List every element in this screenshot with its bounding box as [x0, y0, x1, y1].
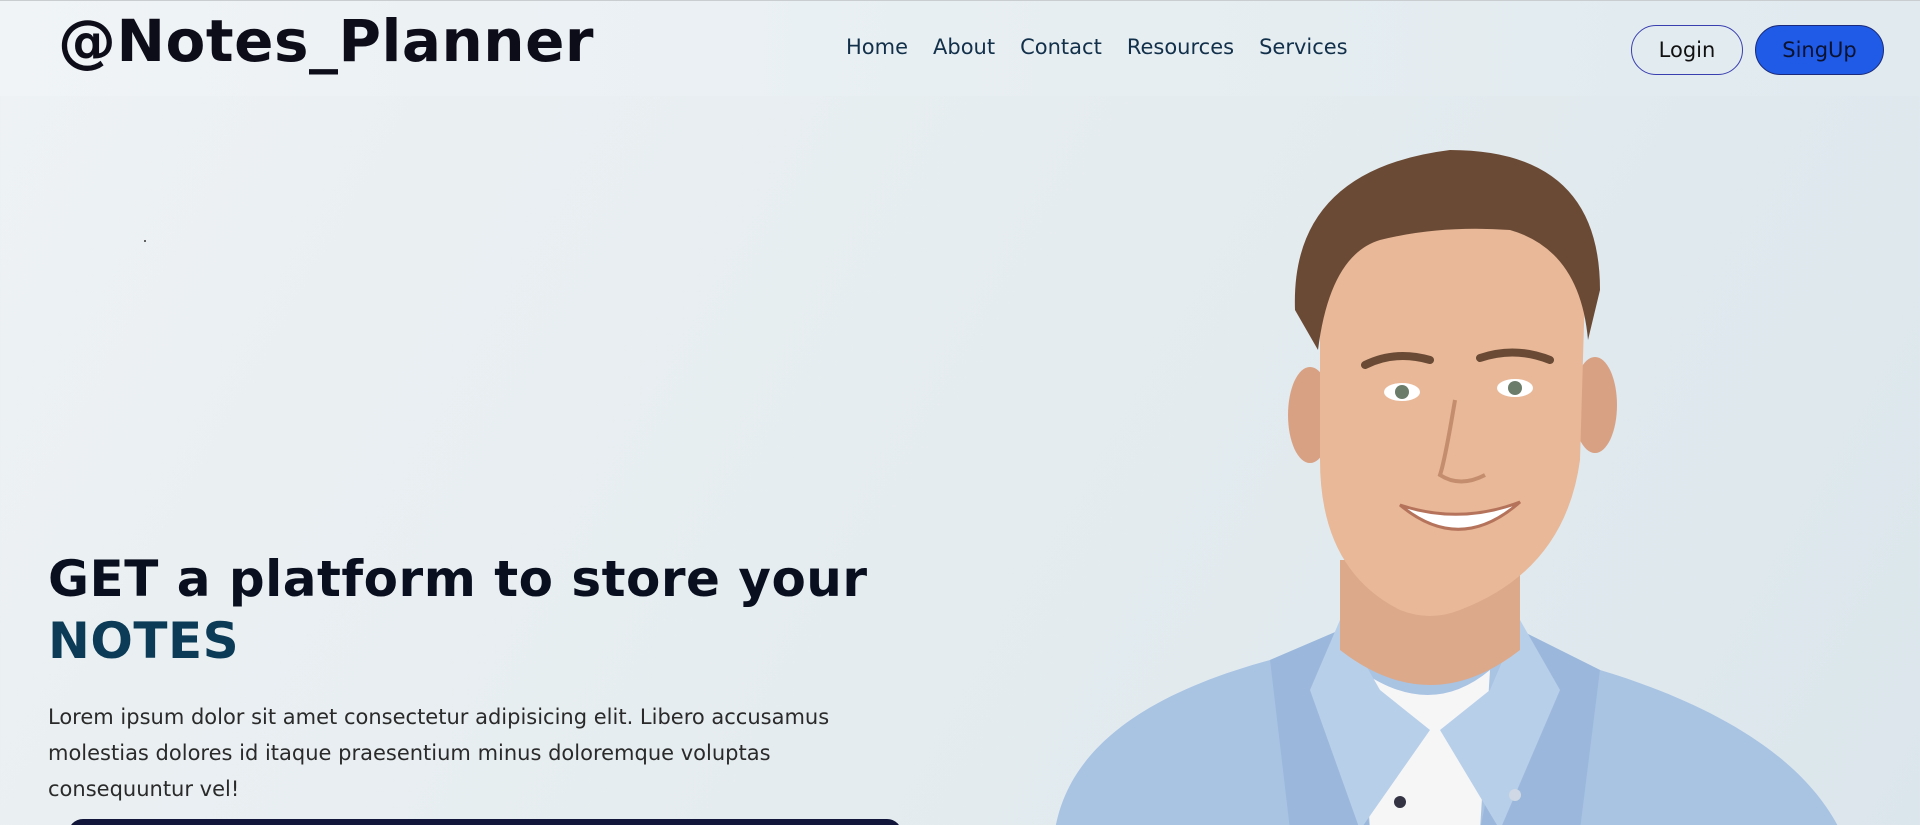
hero-title-accent: NOTES — [48, 612, 240, 670]
hero-portrait-image — [1056, 150, 1838, 825]
nav-link-contact[interactable]: Contact — [1020, 35, 1102, 59]
nav-links: Home About Contact Resources Services — [846, 35, 1348, 59]
nav-link-services[interactable]: Services — [1259, 35, 1348, 59]
navbar: @Notes_Planner Home About Contact Resour… — [0, 0, 1920, 96]
signup-button[interactable]: SingUp — [1755, 25, 1884, 75]
brand-logo[interactable]: @Notes_Planner — [58, 7, 594, 75]
login-button[interactable]: Login — [1631, 25, 1743, 75]
hero-description: Lorem ipsum dolor sit amet consectetur a… — [48, 705, 830, 801]
cta-button[interactable] — [68, 819, 902, 825]
hero-title: GET a platform to store your NOTES — [48, 548, 908, 672]
nav-link-home[interactable]: Home — [846, 35, 908, 59]
nav-link-about[interactable]: About — [933, 35, 995, 59]
decorative-dot — [144, 240, 146, 242]
hero-title-text: GET a platform to store your — [48, 550, 868, 608]
nav-link-resources[interactable]: Resources — [1127, 35, 1234, 59]
